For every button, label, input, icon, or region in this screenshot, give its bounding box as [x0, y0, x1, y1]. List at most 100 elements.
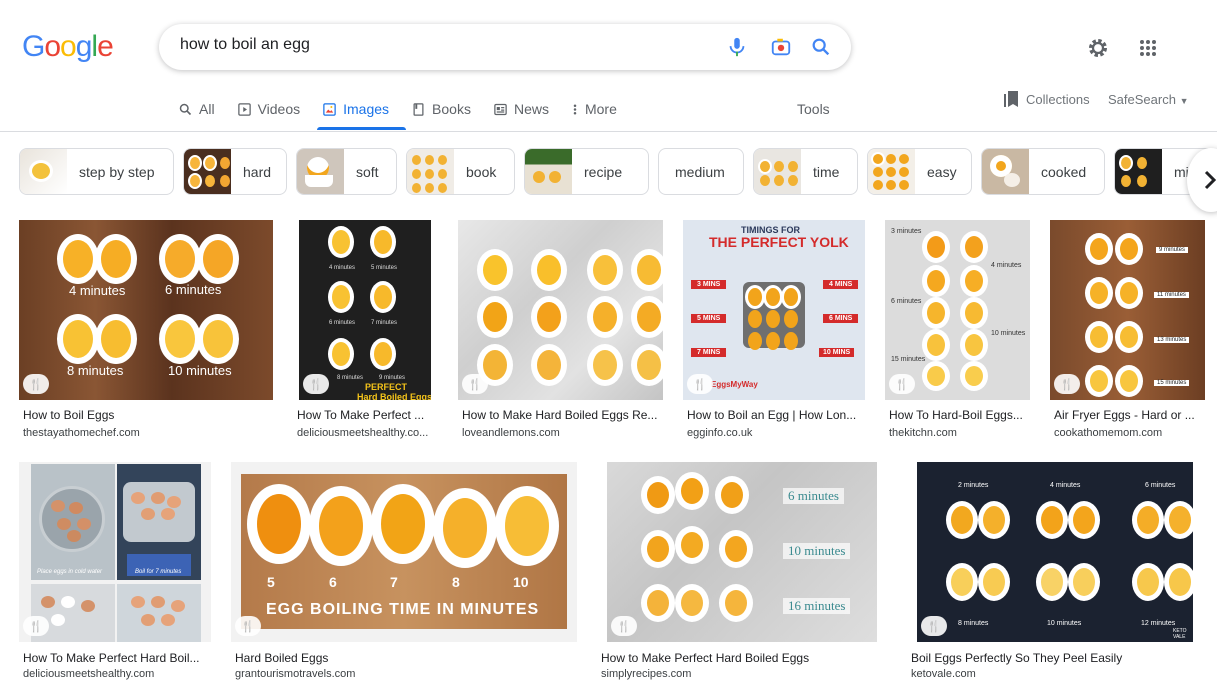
result-title[interactable]: How to Boil Eggs	[23, 408, 269, 422]
gear-icon[interactable]	[1086, 36, 1110, 60]
result-source[interactable]: cookathomemom.com	[1054, 427, 1202, 439]
mic-icon[interactable]	[726, 36, 748, 58]
safesearch-menu[interactable]: SafeSearch ▼	[1108, 92, 1188, 107]
result-image[interactable]: 9 minutes 11 minutes 13 minutes 15 minut…	[1050, 220, 1205, 400]
image-caption: 11 minutes	[1154, 292, 1189, 298]
chip-label: recipe	[584, 163, 623, 180]
chip-step-by-step[interactable]: step by step	[19, 148, 174, 195]
result-source[interactable]: grantourismotravels.com	[235, 668, 575, 680]
result-image[interactable]: 2 minutes 4 minutes 6 minutes 8 minutes …	[917, 462, 1193, 642]
result-title[interactable]: How To Make Perfect Hard Boil...	[23, 651, 209, 665]
result-title[interactable]: How to Boil an Egg | How Lon...	[687, 408, 863, 422]
image-caption: 6 minutes	[783, 488, 844, 504]
image-caption: 9 minutes	[379, 375, 406, 381]
chip-soft[interactable]: soft	[296, 148, 397, 195]
chip-cooked[interactable]: cooked	[981, 148, 1105, 195]
apps-grid-icon[interactable]	[1136, 36, 1160, 60]
chip-book[interactable]: book	[406, 148, 515, 195]
image-result[interactable]: 6 minutes 10 minutes 16 minutes 🍴 How to…	[597, 462, 887, 688]
result-title[interactable]: How To Make Perfect ...	[297, 408, 433, 422]
tab-videos[interactable]: Videos	[237, 100, 300, 118]
chip-recipe[interactable]: recipe	[524, 148, 649, 195]
image-caption: 6 minutes	[165, 282, 222, 297]
result-title[interactable]: How To Hard-Boil Eggs...	[889, 408, 1029, 422]
google-logo[interactable]: Google	[22, 30, 114, 64]
result-source[interactable]: egginfo.co.uk	[687, 427, 863, 439]
tab-books[interactable]: Books	[411, 100, 471, 118]
image-caption: 15 minutes	[1154, 380, 1190, 386]
result-image[interactable]: 🍴	[458, 220, 663, 400]
recipe-badge: 🍴	[23, 616, 49, 636]
result-image[interactable]: 4 minutes 5 minutes 6 minutes 7 minutes …	[299, 220, 431, 400]
image-result[interactable]: Place eggs in cold water Boil for 7 minu…	[19, 462, 211, 688]
image-result[interactable]: 5 6 7 8 10 EGG BOILING TIME IN MINUTES 🍴…	[231, 462, 577, 688]
recipe-badge: 🍴	[889, 374, 915, 394]
tab-images[interactable]: Images	[322, 100, 389, 118]
recipe-badge: 🍴	[235, 616, 261, 636]
chip-thumbnail	[297, 149, 344, 194]
chip-medium[interactable]: medium	[658, 148, 744, 195]
search-icon	[179, 103, 192, 115]
result-title[interactable]: How to Make Perfect Hard Boiled Eggs	[601, 651, 885, 665]
image-result[interactable]: 3 minutes 4 minutes 6 minutes 10 minutes…	[885, 220, 1030, 445]
result-image[interactable]: 3 minutes 4 minutes 6 minutes 10 minutes…	[885, 220, 1030, 400]
image-caption: 7	[390, 574, 398, 590]
tab-all[interactable]: All	[178, 100, 215, 118]
tab-news[interactable]: News	[493, 100, 549, 118]
result-title[interactable]: Boil Eggs Perfectly So They Peel Easily	[911, 651, 1203, 665]
logo-letter: G	[22, 30, 45, 63]
collections-button[interactable]: Collections	[1004, 90, 1090, 108]
result-source[interactable]: simplyrecipes.com	[601, 668, 885, 680]
recipe-badge: 🍴	[303, 374, 329, 394]
result-source[interactable]: ketovale.com	[911, 668, 1203, 680]
image-result[interactable]: 🍴 How to Make Hard Boiled Eggs Re... lov…	[458, 220, 663, 445]
result-image[interactable]: 4 minutes 6 minutes 8 minutes 10 minutes…	[19, 220, 273, 400]
image-caption: 13 minutes	[1154, 337, 1190, 343]
chip-thumbnail	[407, 149, 454, 194]
image-result[interactable]: TIMINGS FOR THE PERFECT YOLK 3 MINS 5 MI…	[683, 220, 865, 445]
image-result[interactable]: 9 minutes 11 minutes 13 minutes 15 minut…	[1050, 220, 1205, 445]
chip-label: book	[466, 163, 497, 180]
search-input[interactable]	[180, 36, 700, 54]
image-result[interactable]: 4 minutes 6 minutes 8 minutes 10 minutes…	[19, 220, 273, 445]
image-caption: 10 minutes	[168, 363, 232, 378]
recipe-badge: 🍴	[687, 374, 713, 394]
result-source[interactable]: thestayathomechef.com	[23, 427, 269, 439]
result-image[interactable]: 6 minutes 10 minutes 16 minutes 🍴	[607, 462, 877, 642]
result-title[interactable]: Hard Boiled Eggs	[235, 651, 575, 665]
image-caption: EGG BOILING TIME IN MINUTES	[266, 601, 540, 618]
image-result[interactable]: 2 minutes 4 minutes 6 minutes 8 minutes …	[907, 462, 1205, 688]
fork-knife-icon: 🍴	[241, 620, 255, 633]
result-title[interactable]: How to Make Hard Boiled Eggs Re...	[462, 408, 662, 422]
result-image[interactable]: Place eggs in cold water Boil for 7 minu…	[19, 462, 211, 642]
more-vert-icon	[573, 104, 577, 114]
chip-time[interactable]: time	[753, 148, 858, 195]
image-caption: 4 minutes	[329, 265, 356, 271]
image-result[interactable]: 4 minutes 5 minutes 6 minutes 7 minutes …	[293, 220, 437, 445]
fork-knife-icon: 🍴	[693, 378, 707, 391]
recipe-badge: 🍴	[921, 616, 947, 636]
tools-button[interactable]: Tools	[797, 101, 830, 117]
result-title[interactable]: Air Fryer Eggs - Hard or ...	[1054, 408, 1202, 422]
search-icon[interactable]	[810, 36, 832, 58]
tab-more[interactable]: More	[571, 100, 617, 118]
image-icon	[323, 102, 336, 116]
result-source[interactable]: loveandlemons.com	[462, 427, 662, 439]
image-caption: 10 minutes	[1047, 620, 1082, 627]
image-caption: 6	[329, 574, 337, 590]
lens-camera-icon[interactable]	[770, 36, 792, 58]
image-caption: 3 MINS	[691, 280, 727, 289]
search-box[interactable]	[159, 24, 851, 70]
result-source[interactable]: thekitchn.com	[889, 427, 1029, 439]
result-source[interactable]: deliciousmeetshealthy.com	[23, 668, 209, 680]
result-image[interactable]: 5 6 7 8 10 EGG BOILING TIME IN MINUTES 🍴	[231, 462, 577, 642]
chip-hard[interactable]: hard	[183, 148, 287, 195]
tab-label: Books	[432, 101, 471, 117]
image-caption: Hard Boiled Eggs	[357, 392, 431, 400]
tab-label: News	[513, 101, 549, 117]
chip-easy[interactable]: easy	[867, 148, 972, 195]
result-source[interactable]: deliciousmeetshealthy.co...	[297, 427, 433, 439]
recipe-badge: 🍴	[462, 374, 488, 394]
result-image[interactable]: TIMINGS FOR THE PERFECT YOLK 3 MINS 5 MI…	[683, 220, 865, 400]
image-caption: 4 minutes	[69, 283, 126, 298]
